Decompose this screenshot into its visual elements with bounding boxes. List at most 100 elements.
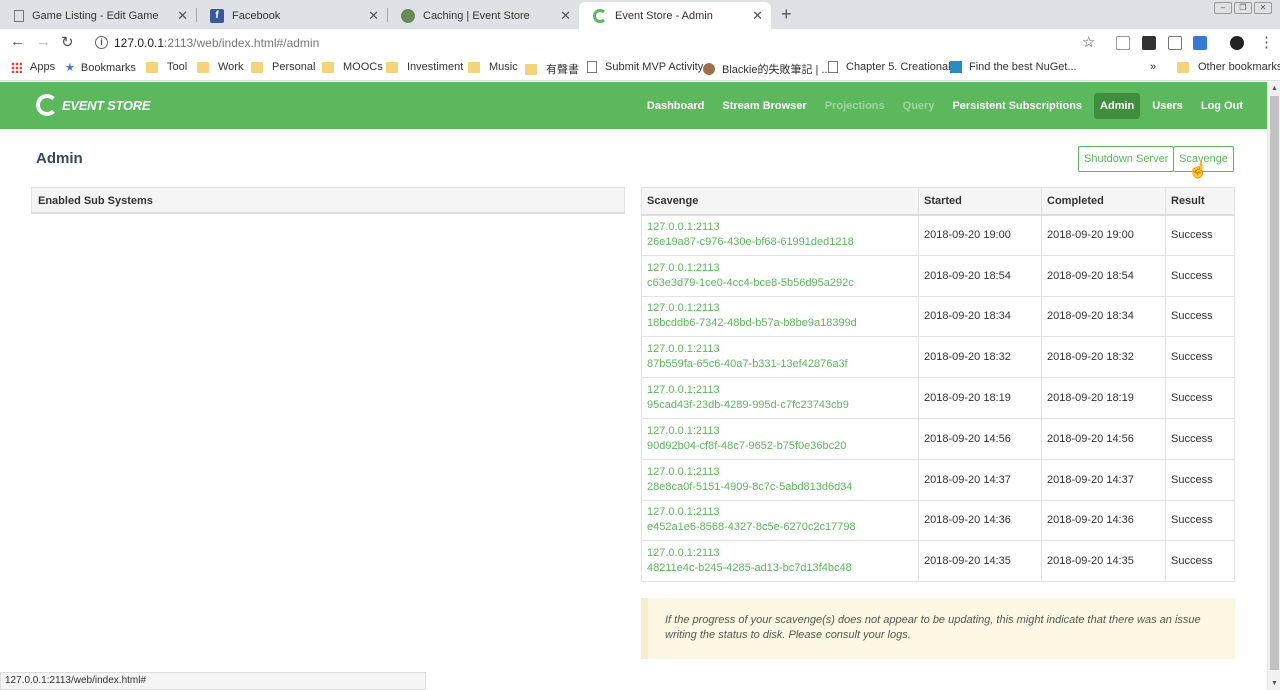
scavenge-id[interactable]: c63e3d79-1ce0-4cc4-bce8-5b56d95a292c — [647, 276, 913, 291]
bookmark-audiobooks[interactable]: 有聲書 — [525, 61, 579, 77]
scroll-down-icon[interactable]: ▼ — [1271, 680, 1278, 687]
scavenge-id[interactable]: 28e8ca0f-5151-4909-8c7c-5abd813d6d34 — [647, 480, 913, 495]
scavenge-id[interactable]: 18bcddb6-7342-48bd-b57a-b8be9a18399d — [647, 316, 913, 331]
main-nav: Dashboard Stream Browser Projections Que… — [638, 82, 1267, 129]
reload-icon[interactable]: ↻ — [61, 33, 74, 51]
tab-event-store-admin[interactable]: Event Store - Admin ✕ — [579, 2, 771, 29]
result-cell: Success — [1165, 254, 1235, 297]
restore-icon[interactable]: ❐ — [1234, 2, 1252, 14]
bookmark-investiment[interactable]: Investiment — [386, 61, 463, 73]
scavenge-host[interactable]: 127.0.0.1:2113 — [647, 261, 913, 276]
nav-users[interactable]: Users — [1152, 100, 1183, 112]
tab-game-listing[interactable]: Game Listing - Edit Game ✕ — [0, 2, 196, 29]
bookmark-personal[interactable]: Personal — [251, 61, 315, 73]
scavenge-id[interactable]: 48211e4c-b245-4285-ad13-bc7d13f4bc48 — [647, 561, 913, 576]
scavenge-link[interactable]: 127.0.0.1:2113 26e19a87-c976-430e-bf68-61… — [641, 214, 919, 256]
completed-cell: 2018-09-20 19:00 — [1041, 214, 1166, 256]
address-bar[interactable]: i 127.0.0.1:2113/web/index.html#/admin — [88, 31, 1104, 54]
tab-title: Caching | Event Store — [423, 9, 530, 22]
bookmark-nuget[interactable]: Find the best NuGet... — [950, 61, 1077, 73]
vertical-scrollbar[interactable]: ▲ ▼ — [1267, 82, 1280, 690]
back-icon[interactable]: ← — [10, 33, 25, 50]
close-tab-icon[interactable]: ✕ — [752, 8, 763, 24]
scavenge-id[interactable]: 90d92b04-cf8f-48c7-9652-b75f0e36bc20 — [647, 439, 913, 454]
info-icon[interactable]: i — [95, 36, 108, 49]
bookmark-chapter5[interactable]: Chapter 5. Creational... — [828, 61, 960, 73]
table-row: 127.0.0.1:2113 28e8ca0f-5151-4909-8c7c-5a… — [641, 458, 1235, 501]
bookmark-star-icon[interactable]: ☆ — [1082, 33, 1095, 51]
extension-icon[interactable] — [1142, 36, 1156, 50]
scavenge-link[interactable]: 127.0.0.1:2113 28e8ca0f-5151-4909-8c7c-5a… — [641, 458, 919, 501]
nav-persistent-subscriptions[interactable]: Persistent Subscriptions — [952, 100, 1082, 112]
bookmark-tool[interactable]: Tool — [146, 61, 187, 73]
bookmark-apps[interactable]: Apps — [11, 61, 55, 73]
forward-icon[interactable]: → — [36, 33, 51, 50]
bookmark-label: MOOCs — [343, 61, 383, 73]
table-header-row: Scavenge Started Completed Result — [641, 187, 1235, 216]
table-row: 127.0.0.1:2113 90d92b04-cf8f-48c7-9652-b7… — [641, 417, 1235, 460]
enabled-subsystems-header: Enabled Sub Systems — [31, 187, 625, 214]
bookmark-mvp[interactable]: Submit MVP Activity — [587, 61, 703, 73]
scavenge-link[interactable]: 127.0.0.1:2113 e452a1e6-8568-4327-8c5e-62… — [641, 499, 919, 542]
scavenge-host[interactable]: 127.0.0.1:2113 — [647, 220, 913, 235]
scavenge-host[interactable]: 127.0.0.1:2113 — [647, 546, 913, 561]
result-cell: Success — [1165, 336, 1235, 379]
close-tab-icon[interactable]: ✕ — [177, 8, 188, 24]
scavenge-id[interactable]: 87b559fa-65c6-40a7-b331-13ef42876a3f — [647, 357, 913, 372]
folder-icon — [468, 61, 480, 73]
tab-caching-event-store[interactable]: Caching | Event Store ✕ — [387, 2, 579, 29]
scavenge-link[interactable]: 127.0.0.1:2113 95cad43f-23db-4289-995d-c7… — [641, 377, 919, 419]
tab-title: Game Listing - Edit Game — [32, 9, 159, 22]
scavenge-id[interactable]: 95cad43f-23db-4289-995d-c7fc23743cb9 — [647, 398, 913, 413]
extension-icon[interactable] — [1193, 36, 1207, 50]
scavenge-host[interactable]: 127.0.0.1:2113 — [647, 505, 913, 520]
nav-projections[interactable]: Projections — [825, 100, 885, 112]
bookmark-music[interactable]: Music — [468, 61, 518, 73]
scavenge-host[interactable]: 127.0.0.1:2113 — [647, 342, 913, 357]
extension-icon[interactable] — [1116, 36, 1130, 50]
bookmark-label: Work — [218, 61, 244, 73]
scavenge-link[interactable]: 127.0.0.1:2113 90d92b04-cf8f-48c7-9652-b7… — [641, 417, 919, 460]
extension-icon[interactable] — [1168, 36, 1182, 50]
scrollbar-thumb[interactable] — [1270, 96, 1279, 670]
close-window-icon[interactable]: ✕ — [1254, 2, 1272, 14]
folder-icon — [146, 61, 158, 73]
bookmark-work[interactable]: Work — [197, 61, 243, 73]
bookmark-label: Investiment — [407, 61, 464, 73]
scavenge-link[interactable]: 127.0.0.1:2113 87b559fa-65c6-40a7-b331-13… — [641, 336, 919, 379]
nav-query[interactable]: Query — [903, 100, 935, 112]
scavenge-id[interactable]: e452a1e6-8568-4327-8c5e-6270c2c17798 — [647, 520, 913, 535]
scavenge-id[interactable]: 26e19a87-c976-430e-bf68-61991ded1218 — [647, 235, 913, 250]
scavenge-host[interactable]: 127.0.0.1:2113 — [647, 301, 913, 316]
started-cell: 2018-09-20 14:36 — [918, 499, 1042, 542]
menu-icon[interactable]: ⋮ — [1259, 33, 1274, 51]
scavenge-link[interactable]: 127.0.0.1:2113 18bcddb6-7342-48bd-b57a-b8… — [641, 295, 919, 338]
event-store-icon — [401, 8, 415, 23]
shutdown-server-button[interactable]: Shutdown Server — [1078, 146, 1175, 172]
close-tab-icon[interactable]: ✕ — [560, 8, 571, 24]
bookmark-other[interactable]: Other bookmarks — [1177, 61, 1280, 73]
bookmarks-overflow-icon[interactable]: » — [1150, 61, 1156, 73]
avatar[interactable] — [1230, 36, 1244, 50]
bookmark-moocs[interactable]: MOOCs — [322, 61, 383, 73]
scavenge-host[interactable]: 127.0.0.1:2113 — [647, 383, 913, 398]
nav-admin[interactable]: Admin — [1094, 92, 1141, 119]
close-tab-icon[interactable]: ✕ — [368, 8, 379, 24]
event-store-logo[interactable]: EVENT STORE — [36, 94, 151, 116]
tab-facebook[interactable]: f Facebook ✕ — [196, 2, 387, 29]
nav-log-out[interactable]: Log Out — [1201, 100, 1243, 112]
bookmark-bookmarks[interactable]: ★ Bookmarks — [65, 61, 136, 75]
scavenge-link[interactable]: 127.0.0.1:2113 c63e3d79-1ce0-4cc4-bce8-5b… — [641, 254, 919, 297]
scavenge-host[interactable]: 127.0.0.1:2113 — [647, 465, 913, 480]
scroll-up-icon[interactable]: ▲ — [1271, 85, 1278, 92]
nav-dashboard[interactable]: Dashboard — [647, 100, 704, 112]
table-row: 127.0.0.1:2113 87b559fa-65c6-40a7-b331-13… — [641, 336, 1235, 379]
scavenge-host[interactable]: 127.0.0.1:2113 — [647, 424, 913, 439]
nav-stream-browser[interactable]: Stream Browser — [722, 100, 806, 112]
table-row: 127.0.0.1:2113 c63e3d79-1ce0-4cc4-bce8-5b… — [641, 254, 1235, 297]
table-row: 127.0.0.1:2113 95cad43f-23db-4289-995d-c7… — [641, 377, 1235, 419]
scavenge-link[interactable]: 127.0.0.1:2113 48211e4c-b245-4285-ad13-bc… — [641, 540, 919, 583]
new-tab-icon[interactable]: + — [781, 4, 792, 25]
bookmark-blackie[interactable]: Blackie的失敗筆記 | ... — [703, 61, 831, 77]
minimize-icon[interactable]: – — [1214, 2, 1232, 14]
